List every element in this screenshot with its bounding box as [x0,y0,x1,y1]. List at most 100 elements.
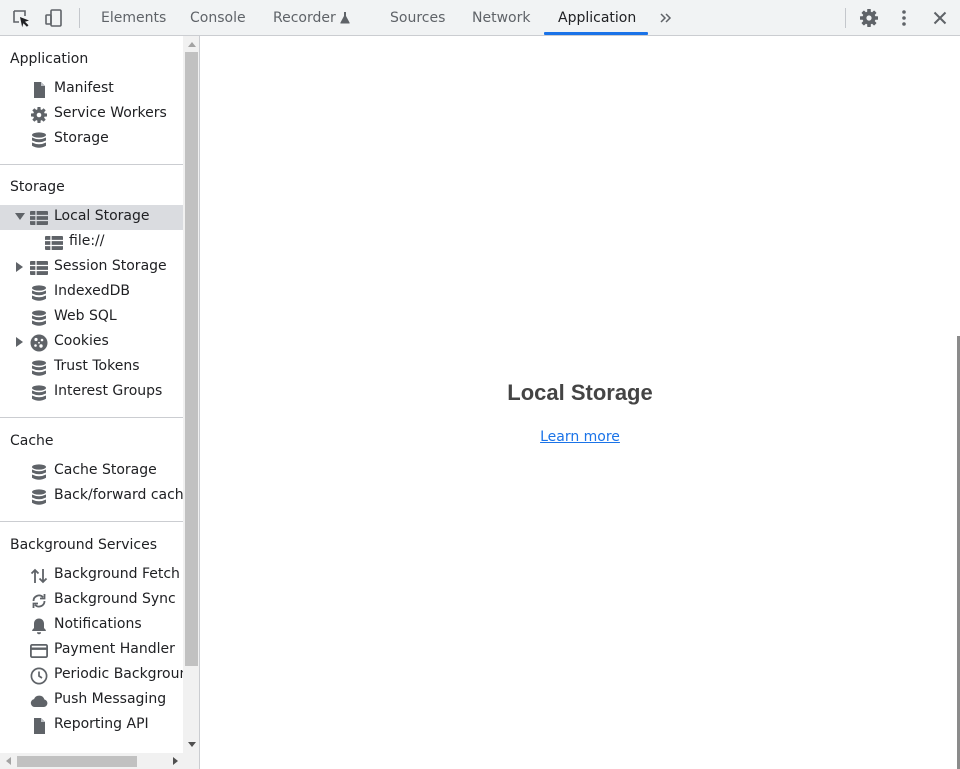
sidebar-item-label: Back/forward cache [54,487,193,503]
sidebar-item-label: Reporting API [54,716,149,732]
sidebar-item-storage[interactable]: Storage [0,127,183,152]
devtools-toolbar: Elements Console Recorder Sources Networ… [0,0,960,36]
sidebar-item-cache-storage[interactable]: Cache Storage [0,459,183,484]
sidebar-item-notifications[interactable]: Notifications [0,613,183,638]
sidebar-item-file-origin[interactable]: file:// [0,230,183,255]
sidebar-item-service-workers[interactable]: Service Workers [0,102,183,127]
flask-icon [340,12,350,24]
more-tabs-icon[interactable] [654,6,678,30]
device-toolbar-icon[interactable] [42,6,66,30]
section-title-application: Application [10,51,89,67]
sidebar-item-indexeddb[interactable]: IndexedDB [0,280,183,305]
cookie-icon [30,334,48,352]
section-divider [0,417,183,418]
sidebar-item-label: Periodic Background Sync [54,666,199,682]
up-down-arrows-icon [30,567,48,585]
sidebar-item-label: Trust Tokens [54,358,140,374]
sidebar-horizontal-scrollbar[interactable] [0,753,183,769]
tab-network[interactable]: Network [472,0,530,36]
tab-application[interactable]: Application [558,0,636,36]
sidebar-item-local-storage[interactable]: Local Storage [0,205,183,230]
section-title-background-services: Background Services [10,537,158,553]
database-icon [30,359,48,377]
sidebar-vertical-scrollbar[interactable] [183,36,199,753]
scroll-down-arrow-icon[interactable] [183,736,199,752]
section-divider [0,521,183,522]
application-sidebar: Application Manifest Service Workers Sto… [0,36,200,769]
section-divider [0,164,183,165]
sidebar-item-reporting-api[interactable]: Reporting API [0,713,183,738]
clock-icon [30,667,48,685]
sidebar-item-payment-handler[interactable]: Payment Handler [0,638,183,663]
sidebar-item-label: Manifest [54,80,114,96]
sidebar-item-web-sql[interactable]: Web SQL [0,305,183,330]
grid-table-icon [30,259,48,277]
scrollbar-corner [183,753,199,769]
inspect-element-icon[interactable] [9,6,33,30]
sidebar-item-label: Background Sync [54,591,176,607]
scroll-up-arrow-icon[interactable] [183,36,199,52]
page-title: Local Storage [507,380,653,405]
database-icon [30,309,48,327]
scrollbar-thumb[interactable] [185,52,198,666]
file-icon [30,717,48,735]
expand-triangle-down-icon[interactable] [14,210,26,224]
learn-more-container: Learn more [200,429,960,445]
sidebar-item-cookies[interactable]: Cookies [0,330,183,355]
bell-icon [30,617,48,635]
sidebar-item-trust-tokens[interactable]: Trust Tokens [0,355,183,380]
sidebar-item-label: Cache Storage [54,462,157,478]
tab-sources[interactable]: Sources [390,0,445,36]
database-icon [30,284,48,302]
toolbar-separator [79,8,80,28]
sidebar-item-label: Notifications [54,616,142,632]
sidebar-item-label: Cookies [54,333,109,349]
scroll-right-arrow-icon[interactable] [167,753,183,769]
active-tab-indicator [544,32,648,35]
section-title-storage: Storage [10,179,65,195]
tab-elements[interactable]: Elements [101,0,166,36]
kebab-menu-icon[interactable] [892,6,916,30]
credit-card-icon [30,642,48,660]
file-icon [30,81,48,99]
sidebar-item-label: file:// [69,233,105,249]
sidebar-item-background-sync[interactable]: Background Sync [0,588,183,613]
sidebar-item-label: Storage [54,130,109,146]
storage-view-pane: Local Storage Learn more [200,36,960,769]
sidebar-item-label: Background Fetch [54,566,180,582]
sidebar-item-label: Web SQL [54,308,117,324]
scrollbar-thumb[interactable] [17,756,137,767]
grid-table-icon [45,234,63,252]
sidebar-item-back-forward-cache[interactable]: Back/forward cache [0,484,192,509]
database-icon [30,131,48,149]
sidebar-item-label: Payment Handler [54,641,175,657]
close-icon[interactable] [928,6,952,30]
learn-more-link[interactable]: Learn more [540,429,620,445]
cloud-icon [30,692,48,710]
sidebar-item-label: Session Storage [54,258,167,274]
expand-triangle-right-icon[interactable] [14,335,26,349]
section-title-cache: Cache [10,433,54,449]
tab-recorder[interactable]: Recorder [273,0,350,36]
sync-icon [30,592,48,610]
sidebar-item-push-messaging[interactable]: Push Messaging [0,688,183,713]
sidebar-item-label: Push Messaging [54,691,167,707]
toolbar-separator [845,8,846,28]
tab-recorder-label: Recorder [273,10,336,26]
database-icon [30,463,48,481]
gear-icon [30,106,48,124]
sidebar-item-periodic-background-sync[interactable]: Periodic Background Sync [0,663,199,688]
sidebar-item-label: Local Storage [54,208,150,224]
sidebar-item-manifest[interactable]: Manifest [0,77,183,102]
sidebar-item-label: Service Workers [54,105,167,121]
sidebar-item-background-fetch[interactable]: Background Fetch [0,563,183,588]
sidebar-item-interest-groups[interactable]: Interest Groups [0,380,183,405]
sidebar-item-label: IndexedDB [54,283,130,299]
settings-gear-icon[interactable] [857,6,881,30]
sidebar-item-label: Interest Groups [54,383,163,399]
tab-console[interactable]: Console [190,0,246,36]
scroll-left-arrow-icon[interactable] [0,753,16,769]
expand-triangle-right-icon[interactable] [14,260,26,274]
grid-table-icon [30,209,48,227]
sidebar-item-session-storage[interactable]: Session Storage [0,255,183,280]
